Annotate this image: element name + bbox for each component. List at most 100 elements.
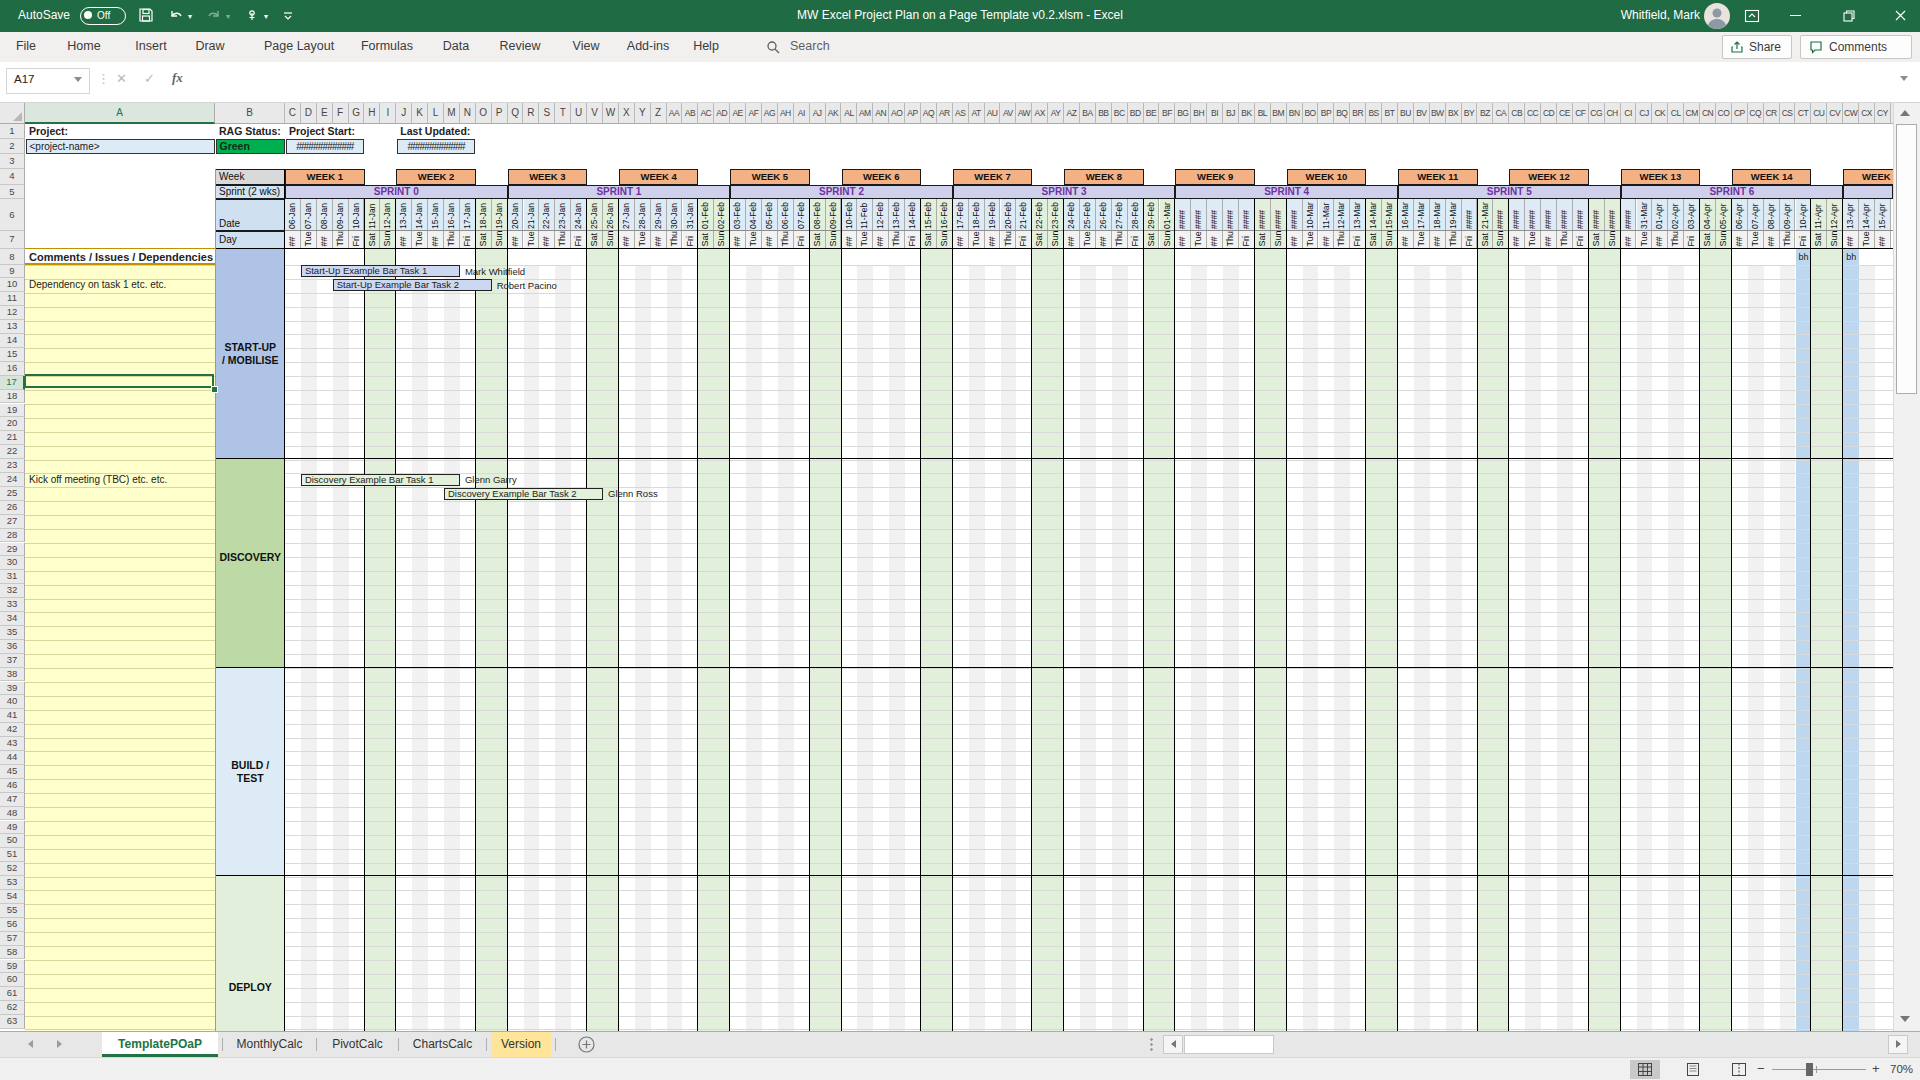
date-cell[interactable]: ####	[1589, 199, 1605, 231]
column-header[interactable]: AT	[969, 103, 985, 124]
weekday-stripe[interactable]	[667, 265, 683, 1032]
weekend-band[interactable]	[1144, 249, 1176, 1032]
day-cell[interactable]: Tue	[412, 231, 428, 249]
sprint-header[interactable]: SPRINT 0	[285, 185, 508, 200]
date-cell[interactable]: 09-Jan	[333, 199, 349, 231]
column-header[interactable]: BW	[1430, 103, 1446, 124]
scroll-down-icon[interactable]	[1900, 1016, 1910, 1024]
column-header[interactable]: CF	[1573, 103, 1589, 124]
column-header[interactable]: BD	[1128, 103, 1144, 124]
row-header[interactable]: 28	[0, 529, 25, 543]
row-header[interactable]: 53	[0, 876, 25, 890]
day-cell[interactable]: Sun	[937, 231, 953, 249]
zoom-out-button[interactable]: −	[1757, 1061, 1765, 1076]
comment-note[interactable]: Kick off meeting (TBC) etc. etc.	[29, 473, 213, 487]
touch-mode-icon[interactable]	[244, 7, 260, 23]
date-cell[interactable]: 16-Jan	[444, 199, 460, 231]
week-header[interactable]: WEEK 12	[1509, 169, 1589, 185]
date-cell[interactable]: 29-Feb	[1144, 199, 1160, 231]
day-cell[interactable]: Tue	[1080, 231, 1096, 249]
weekday-stripe[interactable]	[333, 265, 349, 1032]
phase-block-startup[interactable]: START-UP/ MOBILISE	[216, 249, 286, 460]
date-cell[interactable]: 12-Mar	[1334, 199, 1350, 231]
day-cell[interactable]: Sun	[714, 231, 730, 249]
column-header[interactable]: BZ	[1478, 103, 1494, 124]
column-header[interactable]: AC	[698, 103, 714, 124]
weekday-stripe[interactable]	[1080, 265, 1096, 1032]
row-header[interactable]: 50	[0, 834, 25, 848]
column-header[interactable]: AV	[1001, 103, 1017, 124]
row-header[interactable]: 11	[0, 292, 25, 306]
date-cell[interactable]: 30-Jan	[667, 199, 683, 231]
date-cell[interactable]: 17-Feb	[953, 199, 969, 231]
column-header[interactable]: CT	[1796, 103, 1812, 124]
column-header[interactable]: K	[412, 103, 428, 124]
weekday-stripe[interactable]	[1191, 265, 1207, 1032]
undo-dropdown-icon[interactable]: ▾	[188, 12, 192, 21]
last-updated-value[interactable]: ############	[397, 139, 476, 154]
day-cell[interactable]: ##	[1621, 231, 1637, 249]
weekend-band[interactable]	[1700, 249, 1732, 1032]
day-cell[interactable]: Sun	[1048, 231, 1064, 249]
weekday-stripe[interactable]	[1414, 265, 1430, 1032]
share-button[interactable]: Share	[1722, 35, 1792, 59]
column-header[interactable]: CX	[1859, 103, 1875, 124]
weekday-stripe[interactable]	[444, 265, 460, 1032]
weekend-band[interactable]	[587, 249, 619, 1032]
column-header[interactable]: J	[396, 103, 412, 124]
scroll-right-button[interactable]	[1888, 1035, 1908, 1054]
formula-input[interactable]	[200, 66, 1894, 96]
week-header[interactable]: WEEK 9	[1175, 169, 1255, 185]
date-cell[interactable]: 15-Mar	[1382, 199, 1398, 231]
column-header[interactable]: CH	[1605, 103, 1621, 124]
fx-icon[interactable]: fx	[172, 70, 183, 86]
weekend-band[interactable]	[698, 249, 730, 1032]
ribbon-tab-data[interactable]: Data	[426, 39, 486, 53]
column-header[interactable]: AE	[730, 103, 746, 124]
column-header[interactable]: D	[301, 103, 317, 124]
day-cell[interactable]: ##	[428, 231, 444, 249]
day-row-label[interactable]: Day	[215, 231, 285, 249]
date-cell[interactable]: 12-Apr	[1827, 199, 1843, 231]
date-cell[interactable]: 12-Jan	[380, 199, 396, 231]
row-header[interactable]: 9	[0, 265, 25, 279]
day-cell[interactable]: Thu	[444, 231, 460, 249]
weekend-band[interactable]	[921, 249, 953, 1032]
day-cell[interactable]: Thu	[1334, 231, 1350, 249]
column-header[interactable]: AJ	[810, 103, 826, 124]
column-header[interactable]: BT	[1382, 103, 1398, 124]
column-header[interactable]: CN	[1700, 103, 1716, 124]
date-cell[interactable]: 06-Jan	[285, 199, 301, 231]
day-cell[interactable]: Thu	[1668, 231, 1684, 249]
date-cell[interactable]: 27-Feb	[1112, 199, 1128, 231]
date-cell[interactable]: 09-Apr	[1780, 199, 1796, 231]
ribbon-tab-file[interactable]: File	[0, 39, 56, 53]
h-scrollbar-thumb[interactable]	[1184, 1035, 1274, 1054]
weekday-stripe[interactable]	[969, 265, 985, 1032]
row-header[interactable]: 55	[0, 904, 25, 918]
day-cell[interactable]: ##	[651, 231, 667, 249]
day-cell[interactable]: ##	[508, 231, 524, 249]
week-header[interactable]: WEEK 1	[285, 169, 365, 185]
row-header[interactable]: 27	[0, 515, 25, 529]
day-cell[interactable]: ##	[1319, 231, 1335, 249]
zoom-slider-thumb[interactable]	[1806, 1063, 1813, 1076]
weekday-stripe[interactable]	[1859, 265, 1875, 1032]
row-header[interactable]: 5	[0, 185, 25, 200]
day-cell[interactable]: Fri	[1796, 231, 1812, 249]
column-header[interactable]: CJ	[1637, 103, 1653, 124]
column-header[interactable]: BM	[1271, 103, 1287, 124]
day-cell[interactable]: ##	[1764, 231, 1780, 249]
day-cell[interactable]: Sun	[1716, 231, 1732, 249]
weekend-band[interactable]	[810, 249, 842, 1032]
column-header[interactable]: AH	[778, 103, 794, 124]
column-header[interactable]: O	[476, 103, 492, 124]
column-header[interactable]: BG	[1175, 103, 1191, 124]
day-cell[interactable]: ##	[1430, 231, 1446, 249]
column-header[interactable]: M	[444, 103, 460, 124]
day-cell[interactable]: Thu	[1446, 231, 1462, 249]
weekday-stripe[interactable]	[1112, 265, 1128, 1032]
column-header[interactable]: CS	[1780, 103, 1796, 124]
day-cell[interactable]: Fri	[1239, 231, 1255, 249]
date-cell[interactable]: 17-Mar	[1414, 199, 1430, 231]
